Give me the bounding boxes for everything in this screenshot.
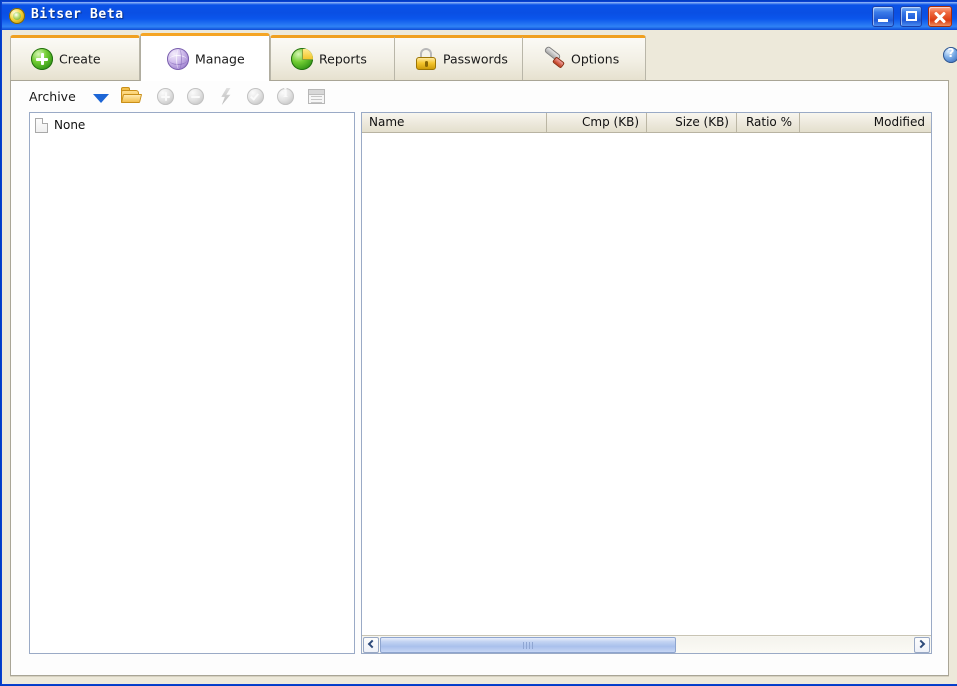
file-list-hscrollbar[interactable]: [362, 635, 931, 653]
test-archive-button: [246, 87, 265, 106]
gold-padlock-icon: [415, 48, 437, 70]
add-files-button: [156, 87, 175, 106]
lightning-bolt-icon: [219, 88, 232, 105]
green-pie-chart-icon: [291, 48, 313, 70]
scroll-left-arrow[interactable]: [363, 637, 379, 653]
column-header-modified[interactable]: Modified: [800, 113, 931, 132]
tab-passwords[interactable]: Passwords: [394, 35, 537, 80]
info-circle-icon: [277, 86, 294, 105]
window-controls: [870, 6, 952, 27]
close-button[interactable]: [928, 6, 952, 27]
app-logo-icon: [9, 8, 25, 24]
tab-create-label: Create: [59, 51, 101, 67]
tab-strip: Create Manage Reports Passwords Options …: [2, 30, 957, 81]
extract-button: [216, 87, 235, 106]
check-circle-icon: [247, 88, 264, 105]
column-header-size[interactable]: Size (KB): [647, 113, 737, 132]
horizontal-scroll-thumb[interactable]: [380, 637, 676, 653]
open-archive-button[interactable]: [120, 87, 143, 106]
tab-reports[interactable]: Reports: [270, 35, 400, 80]
file-list-header: Name Cmp (KB) Size (KB) Ratio % Modified: [362, 113, 931, 133]
panel-bottom-bevel: [10, 676, 949, 681]
question-circle-icon: [943, 46, 957, 63]
tab-options-label: Options: [571, 51, 620, 67]
tab-create[interactable]: Create: [10, 35, 140, 80]
minus-circle-icon: [187, 88, 204, 105]
remove-files-button: [186, 87, 205, 106]
archive-tree-panel[interactable]: None: [29, 112, 355, 654]
file-list-panel[interactable]: Name Cmp (KB) Size (KB) Ratio % Modified: [361, 112, 932, 654]
purple-sphere-icon: [167, 47, 189, 70]
file-list-body[interactable]: [362, 133, 931, 635]
scroll-track[interactable]: [380, 637, 913, 653]
scroll-right-arrow[interactable]: [914, 637, 930, 653]
document-icon: [35, 118, 48, 133]
tab-options[interactable]: Options: [522, 35, 646, 80]
application-window: Bitser Beta Create Manage Reports Passwo…: [0, 0, 957, 686]
title-bar: Bitser Beta: [2, 2, 957, 30]
manage-panel: Archive i None Name Cmp (KB) Size (KB) R…: [10, 80, 949, 676]
tab-passwords-label: Passwords: [443, 51, 508, 67]
plus-circle-icon: [157, 88, 174, 105]
green-plus-circle-icon: [31, 48, 53, 70]
archive-info-button: [276, 86, 295, 106]
column-header-cmp[interactable]: Cmp (KB): [547, 113, 647, 132]
view-file-button: [307, 87, 326, 106]
tab-manage[interactable]: Manage: [140, 33, 270, 81]
column-header-name[interactable]: Name: [362, 113, 547, 132]
client-area: Create Manage Reports Passwords Options …: [2, 30, 957, 684]
blue-caret-down-icon[interactable]: [93, 94, 109, 103]
maximize-button[interactable]: [900, 6, 923, 27]
tab-manage-label: Manage: [195, 51, 245, 66]
window-list-icon: [308, 89, 325, 104]
archive-toolbar: Archive: [11, 81, 948, 112]
archive-label: Archive: [29, 89, 76, 104]
tab-reports-label: Reports: [319, 51, 367, 67]
wrench-icon: [543, 45, 565, 70]
window-title: Bitser Beta: [31, 7, 124, 22]
tree-item-label: None: [54, 118, 86, 132]
minimize-button[interactable]: [872, 6, 895, 27]
column-header-ratio[interactable]: Ratio %: [737, 113, 800, 132]
